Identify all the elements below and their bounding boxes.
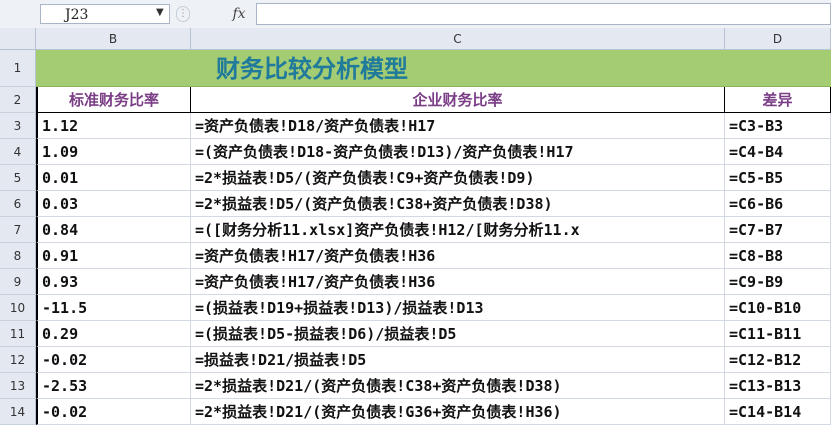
cell-d10[interactable]: =C10-B10: [725, 295, 831, 321]
cell-d13[interactable]: =C13-B13: [725, 373, 831, 399]
cell-d7[interactable]: =C7-B7: [725, 217, 831, 243]
cell-d9[interactable]: =C9-B9: [725, 269, 831, 295]
cell-c4[interactable]: =(资产负债表!D18-资产负债表!D13)/资产负债表!H17: [191, 139, 725, 165]
cell-b10[interactable]: -11.5: [36, 295, 191, 321]
insert-function-icon[interactable]: fx: [226, 4, 252, 24]
cell-d6[interactable]: =C6-B6: [725, 191, 831, 217]
row-header-12[interactable]: 12: [0, 347, 36, 373]
chevron-down-icon[interactable]: ▼: [156, 7, 164, 18]
column-header-d[interactable]: D: [725, 28, 831, 50]
cell-b5[interactable]: 0.01: [36, 165, 191, 191]
cell-d11[interactable]: =C11-B11: [725, 321, 831, 347]
cell-b14[interactable]: -0.02: [36, 399, 191, 425]
row-header-1[interactable]: 1: [0, 50, 36, 87]
row-header-11[interactable]: 11: [0, 321, 36, 347]
row-header-6[interactable]: 6: [0, 191, 36, 217]
cell-b7[interactable]: 0.84: [36, 217, 191, 243]
model-title[interactable]: 财务比较分析模型: [36, 50, 831, 87]
cell-b3[interactable]: 1.12: [36, 113, 191, 139]
column-header-b[interactable]: B: [36, 28, 191, 50]
cell-d3[interactable]: =C3-B3: [725, 113, 831, 139]
cell-b13[interactable]: -2.53: [36, 373, 191, 399]
formula-bar-splitter[interactable]: ⋮: [176, 6, 190, 22]
row-header-9[interactable]: 9: [0, 269, 36, 295]
cell-d8[interactable]: =C8-B8: [725, 243, 831, 269]
cell-c12[interactable]: =损益表!D21/损益表!D5: [191, 347, 725, 373]
formula-bar: J23 ▼ ⋮ fx: [0, 0, 831, 29]
cell-b11[interactable]: 0.29: [36, 321, 191, 347]
cell-c9[interactable]: =资产负债表!H17/资产负债表!H36: [191, 269, 725, 295]
cell-c10[interactable]: =(损益表!D19+损益表!D13)/损益表!D13: [191, 295, 725, 321]
cell-c13[interactable]: =2*损益表!D21/(资产负债表!C38+资产负债表!D38): [191, 373, 725, 399]
cell-c5[interactable]: =2*损益表!D5/(资产负债表!C9+资产负债表!D9): [191, 165, 725, 191]
cell-b4[interactable]: 1.09: [36, 139, 191, 165]
row-header-3[interactable]: 3: [0, 113, 36, 139]
header-difference[interactable]: 差异: [725, 87, 831, 113]
name-box[interactable]: J23: [40, 4, 170, 24]
cell-b12[interactable]: -0.02: [36, 347, 191, 373]
row-header-7[interactable]: 7: [0, 217, 36, 243]
header-standard-ratio[interactable]: 标准财务比率: [36, 87, 191, 113]
cell-c7[interactable]: =([财务分析11.xlsx]资产负债表!H12/[财务分析11.x: [191, 217, 725, 243]
cell-c8[interactable]: =资产负债表!H17/资产负债表!H36: [191, 243, 725, 269]
row-header-8[interactable]: 8: [0, 243, 36, 269]
row-header-4[interactable]: 4: [0, 139, 36, 165]
cell-d5[interactable]: =C5-B5: [725, 165, 831, 191]
row-header-2[interactable]: 2: [0, 87, 36, 113]
cell-d12[interactable]: =C12-B12: [725, 347, 831, 373]
cell-b6[interactable]: 0.03: [36, 191, 191, 217]
cell-d14[interactable]: =C14-B14: [725, 399, 831, 425]
cell-c3[interactable]: =资产负债表!D18/资产负债表!H17: [191, 113, 725, 139]
row-header-13[interactable]: 13: [0, 373, 36, 399]
cell-d4[interactable]: =C4-B4: [725, 139, 831, 165]
row-header-10[interactable]: 10: [0, 295, 36, 321]
row-header-5[interactable]: 5: [0, 165, 36, 191]
cell-c14[interactable]: =2*损益表!D21/(资产负债表!G36+资产负债表!H36): [191, 399, 725, 425]
header-enterprise-ratio[interactable]: 企业财务比率: [191, 87, 725, 113]
select-all-corner[interactable]: [0, 28, 36, 50]
cell-c11[interactable]: =(损益表!D5-损益表!D6)/损益表!D5: [191, 321, 725, 347]
cell-b9[interactable]: 0.93: [36, 269, 191, 295]
cell-c6[interactable]: =2*损益表!D5/(资产负债表!C38+资产负债表!D38): [191, 191, 725, 217]
cell-b8[interactable]: 0.91: [36, 243, 191, 269]
row-header-14[interactable]: 14: [0, 399, 36, 425]
formula-input[interactable]: [256, 3, 831, 25]
column-header-c[interactable]: C: [191, 28, 725, 50]
